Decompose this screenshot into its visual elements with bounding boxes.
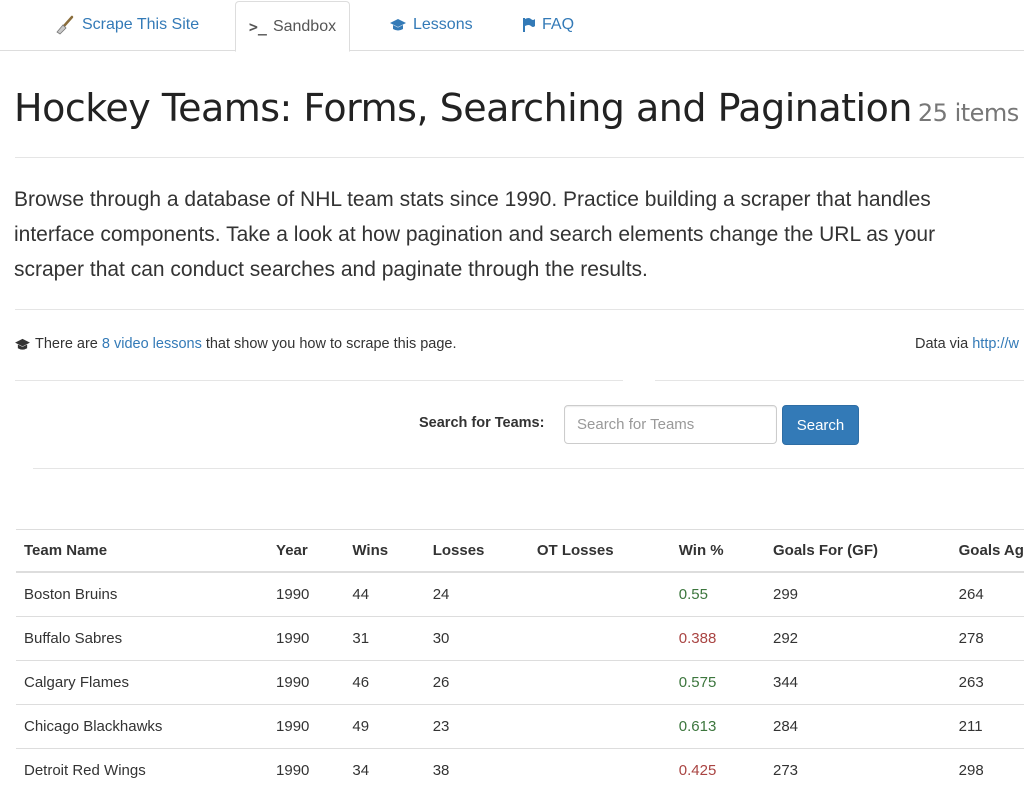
table-row: Calgary Flames19904626 0.575344263 [16,661,1024,705]
table-row: Buffalo Sabres19903130 0.388292278 [16,617,1024,661]
cell-name: Detroit Red Wings [16,749,268,792]
description-line: scraper that can conduct searches and pa… [14,252,1024,287]
divider [15,157,1024,158]
video-lessons-link[interactable]: 8 video lessons [102,336,202,352]
cell-gf: 273 [765,749,951,792]
cell-name: Chicago Blackhawks [16,705,268,749]
graduation-cap-icon [14,338,31,351]
divider [15,380,623,381]
cell-losses: 30 [425,617,529,661]
lessons-note: There are 8 video lessons that show you … [14,336,457,352]
column-header: Win % [671,530,765,573]
cell-pct: 0.575 [671,661,765,705]
description-line: interface components. Take a look at how… [14,217,1024,252]
cell-pct: 0.55 [671,572,765,617]
cell-ot [529,661,671,705]
cell-gf: 344 [765,661,951,705]
cell-losses: 26 [425,661,529,705]
cell-wins: 31 [344,617,424,661]
table-row: Chicago Blackhawks19904923 0.613284211 [16,705,1024,749]
item-count: 25 items [918,99,1019,127]
cell-pct: 0.388 [671,617,765,661]
divider [33,468,1024,469]
cell-ot [529,705,671,749]
cell-gf: 299 [765,572,951,617]
page-description: Browse through a database of NHL team st… [14,182,1024,287]
tab-sandbox-label: Sandbox [273,18,336,36]
data-via-label: Data via [915,336,968,352]
data-source-link[interactable]: http://w [972,336,1019,352]
lessons-note-suffix: that show you how to scrape this page. [206,336,457,352]
cell-pct: 0.613 [671,705,765,749]
top-nav: Scrape This Site >_ Sandbox Lessons FAQ [0,0,1024,51]
cell-losses: 38 [425,749,529,792]
data-source: Data via http://w [915,336,1019,352]
cell-ot [529,617,671,661]
cell-ga: 264 [951,572,1024,617]
page-title: Hockey Teams: Forms, Searching and Pagin… [14,86,1019,130]
cell-ga: 263 [951,661,1024,705]
cell-wins: 49 [344,705,424,749]
cell-pct: 0.425 [671,749,765,792]
graduation-cap-icon [389,18,407,32]
cell-year: 1990 [268,705,344,749]
search-label: Search for Teams: [419,415,544,431]
cell-wins: 34 [344,749,424,792]
search-input[interactable] [564,405,777,444]
column-header: Losses [425,530,529,573]
brand-label: Scrape This Site [82,16,199,34]
table-header-row: Team Name Year Wins Losses OT Losses Win… [16,530,1024,573]
cell-gf: 292 [765,617,951,661]
cell-losses: 24 [425,572,529,617]
column-header: OT Losses [529,530,671,573]
teams-table: Team Name Year Wins Losses OT Losses Win… [16,529,1024,792]
page-title-text: Hockey Teams: Forms, Searching and Pagin… [14,86,912,130]
tab-lessons-label: Lessons [413,16,473,34]
tab-faq[interactable]: FAQ [508,0,588,50]
lessons-note-prefix: There are [35,336,98,352]
cell-name: Boston Bruins [16,572,268,617]
cell-ot [529,749,671,792]
cell-year: 1990 [268,617,344,661]
cell-losses: 23 [425,705,529,749]
divider [15,309,1024,310]
tab-faq-label: FAQ [542,16,574,34]
cell-wins: 46 [344,661,424,705]
column-header: Goals For (GF) [765,530,951,573]
cell-name: Calgary Flames [16,661,268,705]
brush-icon [54,14,76,36]
description-line: Browse through a database of NHL team st… [14,182,1024,217]
cell-ga: 211 [951,705,1024,749]
divider [655,380,1024,381]
cell-year: 1990 [268,749,344,792]
cell-name: Buffalo Sabres [16,617,268,661]
column-header: Year [268,530,344,573]
column-header: Team Name [16,530,268,573]
tab-sandbox[interactable]: >_ Sandbox [235,1,350,52]
search-button[interactable]: Search [782,405,859,445]
cell-ot [529,572,671,617]
cell-year: 1990 [268,661,344,705]
tab-lessons[interactable]: Lessons [375,0,487,50]
terminal-icon: >_ [249,18,267,36]
table-row: Detroit Red Wings19903438 0.425273298 [16,749,1024,792]
table-row: Boston Bruins19904424 0.55299264 [16,572,1024,617]
column-header: Goals Ag [951,530,1024,573]
flag-icon [522,17,536,33]
cell-ga: 298 [951,749,1024,792]
column-header: Wins [344,530,424,573]
cell-wins: 44 [344,572,424,617]
cell-gf: 284 [765,705,951,749]
cell-year: 1990 [268,572,344,617]
brand-link[interactable]: Scrape This Site [40,0,213,50]
cell-ga: 278 [951,617,1024,661]
